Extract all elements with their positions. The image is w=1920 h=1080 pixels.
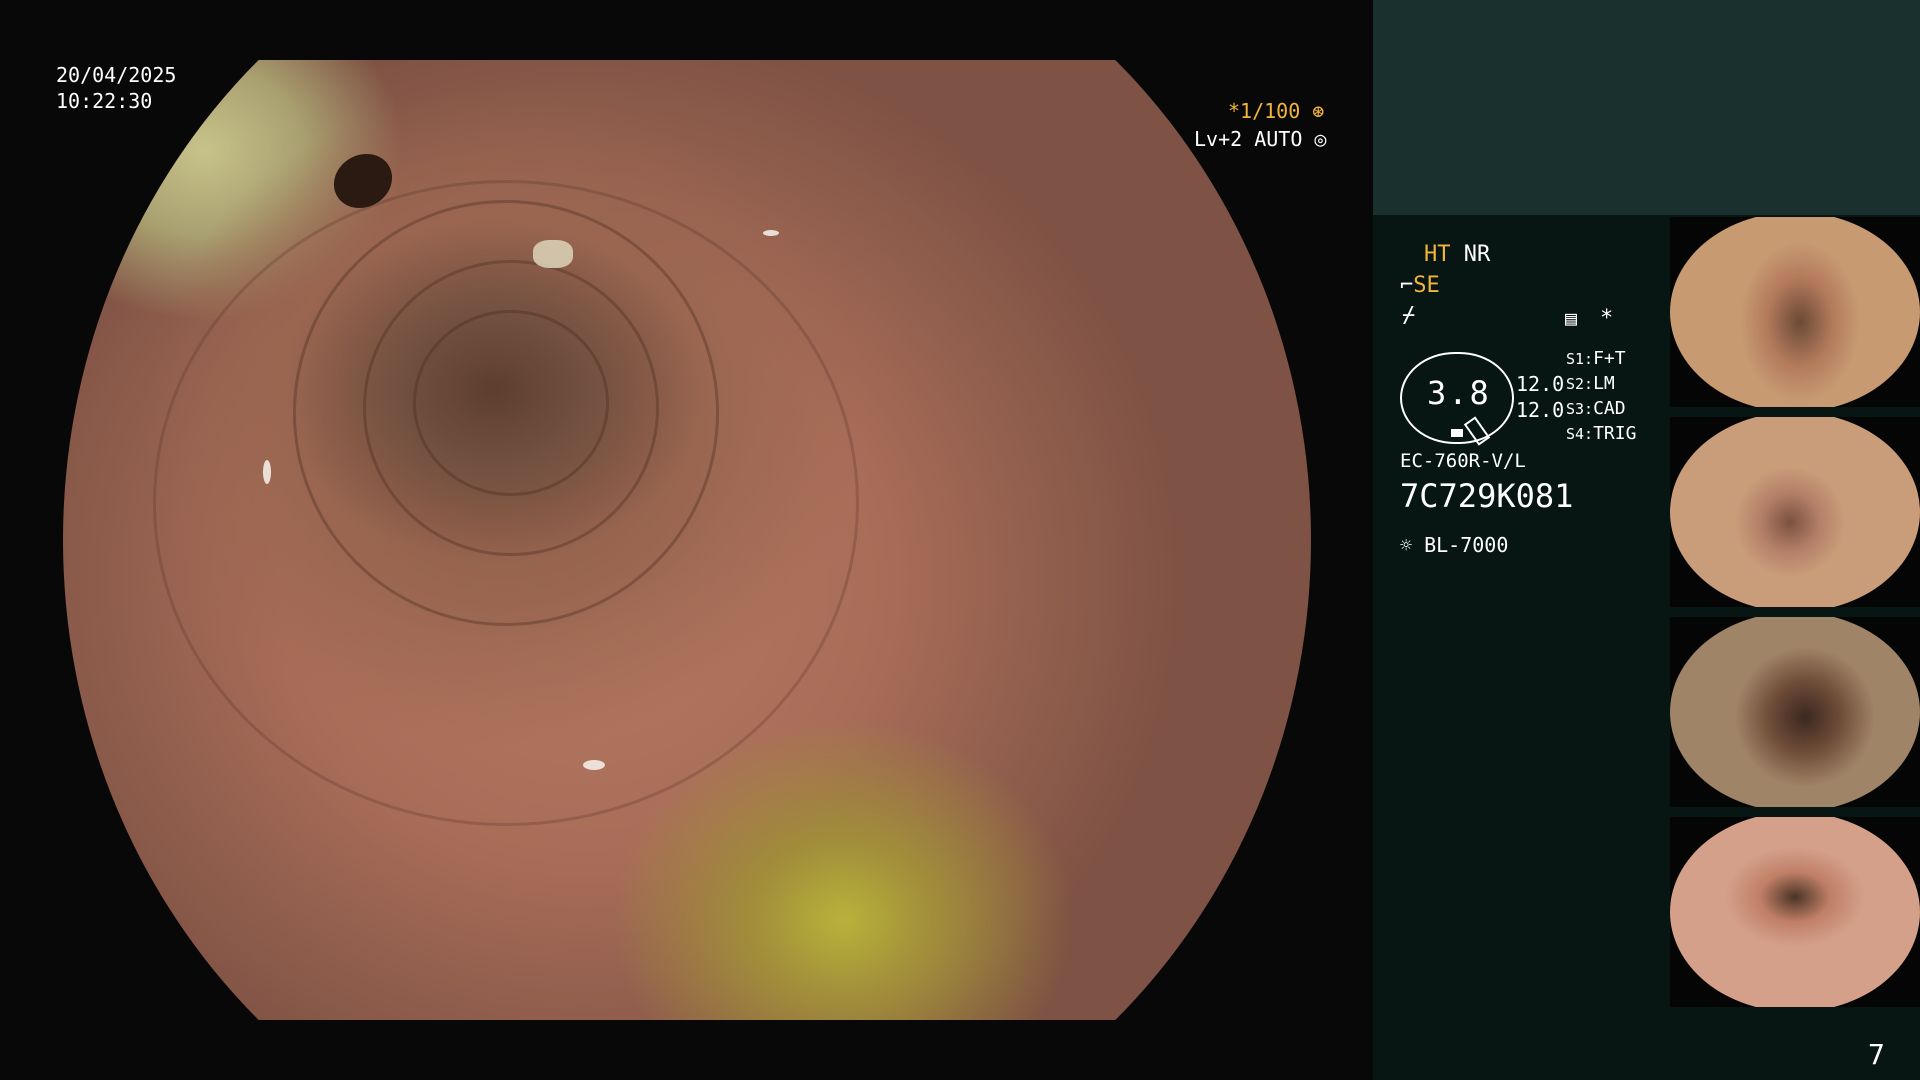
scope-serial: 7C729K081 [1400,477,1574,515]
exposure-level: Lv+2 AUTO ◎ [1194,126,1326,152]
scope-hook-icon: ⌐ [1400,273,1414,298]
light-source: ☼ BL-7000 [1400,533,1508,557]
auto-iris-icon: ◎ [1314,127,1327,151]
debris-fragment [533,240,573,268]
thumbnail-image [1670,617,1920,807]
side-value-2: 12.0 [1516,398,1565,422]
shutter-value: *1/100 [1228,99,1301,123]
star-indicator: * [1600,306,1614,331]
shutter-icon: ⊛ [1312,99,1325,123]
switch-s2: S2:LM [1566,373,1615,394]
switch-s4: S4:TRIG [1566,423,1636,444]
switch-key: S1: [1566,350,1594,368]
switch-value: TRIG [1593,423,1637,444]
exposure-value: Lv+2 AUTO [1194,127,1303,151]
thumbnail-4[interactable] [1670,817,1920,1007]
nr-label: NR [1463,242,1491,267]
date-label: 20/04/2025 [56,63,177,87]
page-number: 7 [1868,1038,1885,1071]
gauge-value: 3.8 [1427,374,1491,412]
se-label: SE [1413,273,1440,298]
switch-key: S4: [1566,425,1594,443]
mucosal-fold [153,180,859,826]
gauge-marker [1451,429,1463,437]
ht-nr-indicator: HT NR [1424,242,1490,267]
switch-s3: S3:CAD [1566,398,1626,419]
switch-s1: S1:F+T [1566,348,1626,369]
record-icon: ▤ [1565,306,1578,330]
lamp-icon: ☼ [1400,533,1413,557]
light-reflection [763,230,779,236]
thumbnail-image [1670,417,1920,607]
light-reflection [263,460,271,484]
light-reflection [583,760,605,770]
switch-value: LM [1593,373,1615,394]
time-label: 10:22:30 [56,89,153,113]
side-value-1: 12.0 [1516,372,1565,396]
light-source-label: BL-7000 [1424,533,1509,557]
switch-key: S3: [1566,400,1594,418]
ht-label: HT [1424,242,1451,267]
endoscopy-main-view: 20/04/2025 10:22:30 *1/100 ⊛ Lv+2 AUTO ◎ [0,0,1373,1080]
switch-value: CAD [1593,398,1626,419]
thumbnail-3[interactable] [1670,617,1920,807]
thumbnail-2[interactable] [1670,417,1920,607]
panel-header-block [1373,0,1920,215]
switch-value: F+T [1593,348,1626,369]
endoscopy-image [63,60,1311,1020]
thumbnail-1[interactable] [1670,217,1920,407]
flex-icon: ⌿ [1402,303,1416,328]
shutter-speed: *1/100 ⊛ [1228,98,1324,124]
thumbnail-image [1670,217,1920,407]
thumbnail-image [1670,817,1920,1007]
switch-key: S2: [1566,375,1594,393]
scope-model: EC-760R-V/L [1400,450,1526,472]
se-indicator: ⌐SE [1400,273,1440,298]
